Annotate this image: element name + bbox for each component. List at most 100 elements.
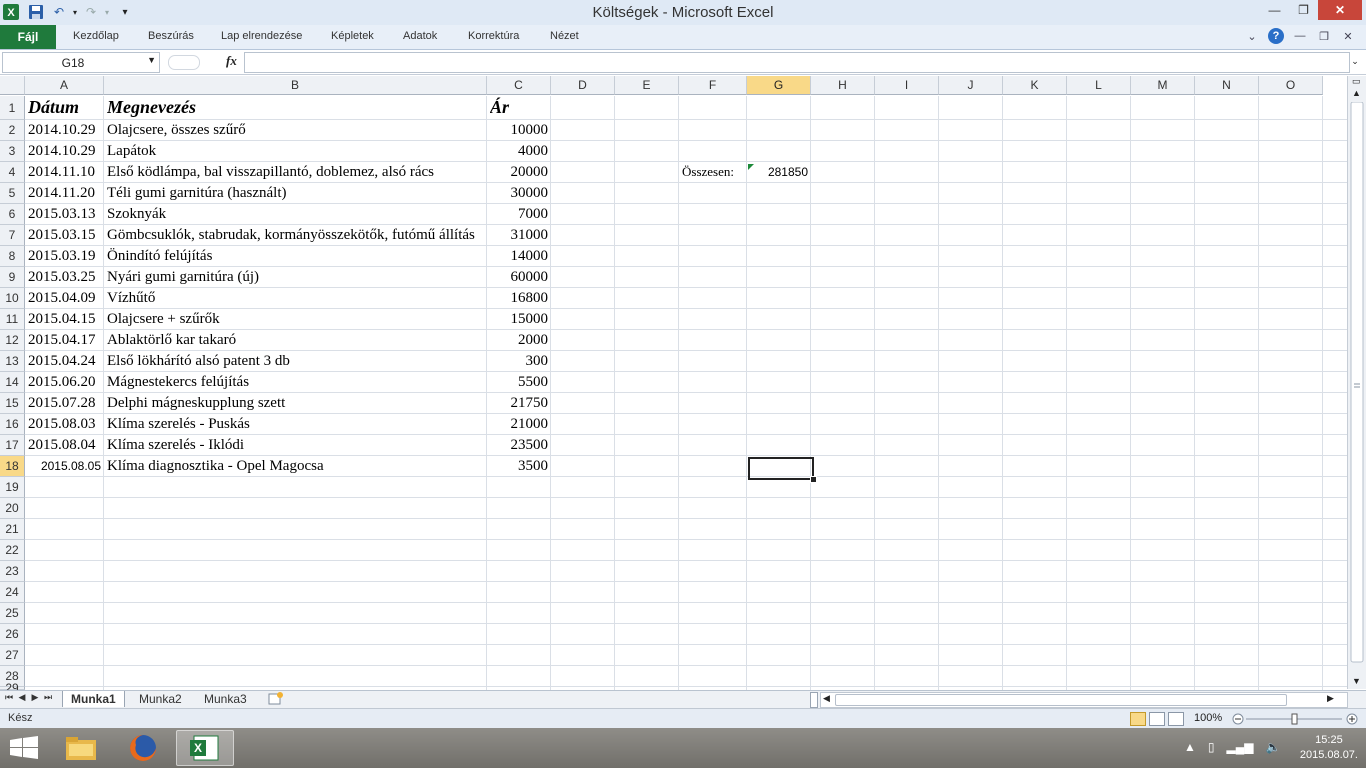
row-header-1[interactable]: 1 <box>0 96 25 120</box>
row-header-7[interactable]: 7 <box>0 225 25 246</box>
tab-adatok[interactable]: Adatok <box>403 30 437 42</box>
header-megnevezes[interactable]: Megnevezés <box>107 96 484 120</box>
date-cell[interactable]: 2015.04.09 <box>28 288 101 309</box>
date-cell[interactable]: 2015.08.05 <box>28 456 101 477</box>
page-layout-view-icon[interactable] <box>1149 712 1165 726</box>
price-cell[interactable]: 300 <box>490 351 549 372</box>
row-header-13[interactable]: 13 <box>0 351 25 372</box>
row-header-8[interactable]: 8 <box>0 246 25 267</box>
firefox-icon[interactable] <box>114 730 172 766</box>
description-cell[interactable]: Olajcsere + szűrők <box>107 309 487 330</box>
vertical-scroll-thumb[interactable] <box>1350 101 1364 722</box>
row-header-12[interactable]: 12 <box>0 330 25 351</box>
row-header-23[interactable]: 23 <box>0 561 25 582</box>
insert-function-icon[interactable]: fx <box>226 53 237 69</box>
column-header-l[interactable]: L <box>1067 76 1131 95</box>
column-header-d[interactable]: D <box>551 76 615 95</box>
tab-beszuras[interactable]: Beszúrás <box>148 30 194 42</box>
zoom-level[interactable]: 100% <box>1194 712 1222 724</box>
tab-kepletek[interactable]: Képletek <box>331 30 374 42</box>
horizontal-scrollbar[interactable]: ◀ ▶ <box>820 692 1348 708</box>
description-cell[interactable]: Klíma diagnosztika - Opel Magocsa <box>107 456 487 477</box>
description-cell[interactable]: Klíma szerelés - Puskás <box>107 414 487 435</box>
date-cell[interactable]: 2014.10.29 <box>28 120 101 141</box>
row-header-25[interactable]: 25 <box>0 603 25 624</box>
date-cell[interactable]: 2015.08.03 <box>28 414 101 435</box>
tab-korrektura[interactable]: Korrektúra <box>468 30 519 42</box>
description-cell[interactable]: Első lökhárító alsó patent 3 db <box>107 351 487 372</box>
description-cell[interactable]: Lapátok <box>107 141 487 162</box>
row-header-19[interactable]: 19 <box>0 477 25 498</box>
description-cell[interactable]: Ablaktörlő kar takaró <box>107 330 487 351</box>
date-cell[interactable]: 2014.11.20 <box>28 183 101 204</box>
description-cell[interactable]: Klíma szerelés - Iklódi <box>107 435 487 456</box>
column-header-h[interactable]: H <box>811 76 875 95</box>
column-header-n[interactable]: N <box>1195 76 1259 95</box>
column-header-j[interactable]: J <box>939 76 1003 95</box>
date-cell[interactable]: 2015.03.13 <box>28 204 101 225</box>
row-header-21[interactable]: 21 <box>0 519 25 540</box>
description-cell[interactable]: Önindító felújítás <box>107 246 487 267</box>
formula-input[interactable] <box>244 52 1350 73</box>
price-cell[interactable]: 4000 <box>490 141 548 162</box>
column-header-o[interactable]: O <box>1259 76 1323 95</box>
select-all-corner[interactable] <box>0 76 25 95</box>
description-cell[interactable]: Vízhűtő <box>107 288 487 309</box>
help-icon[interactable]: ? <box>1268 28 1284 44</box>
description-cell[interactable]: Nyári gumi garnitúra (új) <box>107 267 487 288</box>
first-sheet-icon[interactable]: ⏮ <box>4 692 14 703</box>
workbook-restore-icon[interactable]: ❐ <box>1316 28 1332 44</box>
tab-lap-elrendezese[interactable]: Lap elrendezése <box>221 30 302 42</box>
horizontal-scroll-thumb[interactable] <box>835 694 1287 706</box>
header-ar[interactable]: Ár <box>490 96 548 120</box>
price-cell[interactable]: 20000 <box>490 162 549 183</box>
row-header-9[interactable]: 9 <box>0 267 25 288</box>
clock[interactable]: 15:25 2015.08.07. <box>1300 733 1358 763</box>
column-header-i[interactable]: I <box>875 76 939 95</box>
price-cell[interactable]: 14000 <box>490 246 549 267</box>
description-cell[interactable]: Gömbcsuklók, stabrudak, kormányösszekötő… <box>107 225 487 246</box>
zoom-slider[interactable] <box>1232 713 1358 725</box>
summary-label[interactable]: Összesen: <box>682 162 744 183</box>
active-cell-selection[interactable] <box>748 457 814 480</box>
scroll-split-icon[interactable]: ▭ <box>1352 76 1361 87</box>
scroll-left-icon[interactable]: ◀ <box>823 693 830 704</box>
fill-handle[interactable] <box>810 476 817 483</box>
workbook-minimize-icon[interactable]: — <box>1292 28 1308 44</box>
date-cell[interactable]: 2015.04.24 <box>28 351 101 372</box>
scroll-down-icon[interactable]: ▼ <box>1352 676 1361 686</box>
collapse-ribbon-icon[interactable]: ⌄ <box>1244 28 1260 44</box>
name-box-dropdown-icon[interactable]: ▼ <box>147 55 156 65</box>
windows-start-icon[interactable] <box>10 736 38 763</box>
column-header-e[interactable]: E <box>615 76 679 95</box>
date-cell[interactable]: 2015.08.04 <box>28 435 101 456</box>
price-cell[interactable]: 60000 <box>490 267 549 288</box>
restore-icon[interactable]: ❐ <box>1289 0 1318 20</box>
summary-value[interactable]: 281850 <box>750 162 808 183</box>
column-header-a[interactable]: A <box>25 76 104 95</box>
row-header-11[interactable]: 11 <box>0 309 25 330</box>
price-cell[interactable]: 21750 <box>490 393 549 414</box>
row-header-17[interactable]: 17 <box>0 435 25 456</box>
description-cell[interactable]: Első ködlámpa, bal visszapillantó, doble… <box>107 162 487 183</box>
next-sheet-icon[interactable]: ▶ <box>30 692 40 703</box>
name-box[interactable]: G18 ▼ <box>2 52 160 73</box>
excel-taskbar-icon[interactable]: X <box>176 730 234 766</box>
price-cell[interactable]: 31000 <box>490 225 549 246</box>
row-header-10[interactable]: 10 <box>0 288 25 309</box>
show-hidden-icons-icon[interactable]: ▲ <box>1184 740 1196 754</box>
prev-sheet-icon[interactable]: ◀ <box>17 692 27 703</box>
column-header-k[interactable]: K <box>1003 76 1067 95</box>
price-cell[interactable]: 5500 <box>490 372 548 393</box>
tab-file[interactable]: Fájl <box>0 25 56 49</box>
date-cell[interactable]: 2015.03.19 <box>28 246 101 267</box>
row-header-4[interactable]: 4 <box>0 162 25 183</box>
tab-split-handle[interactable] <box>810 692 818 708</box>
normal-view-icon[interactable] <box>1130 712 1146 726</box>
description-cell[interactable]: Delphi mágneskupplung szett <box>107 393 487 414</box>
date-cell[interactable]: 2015.04.15 <box>28 309 101 330</box>
row-header-22[interactable]: 22 <box>0 540 25 561</box>
scroll-up-icon[interactable]: ▲ <box>1352 88 1361 98</box>
price-cell[interactable]: 3500 <box>490 456 548 477</box>
row-header-15[interactable]: 15 <box>0 393 25 414</box>
